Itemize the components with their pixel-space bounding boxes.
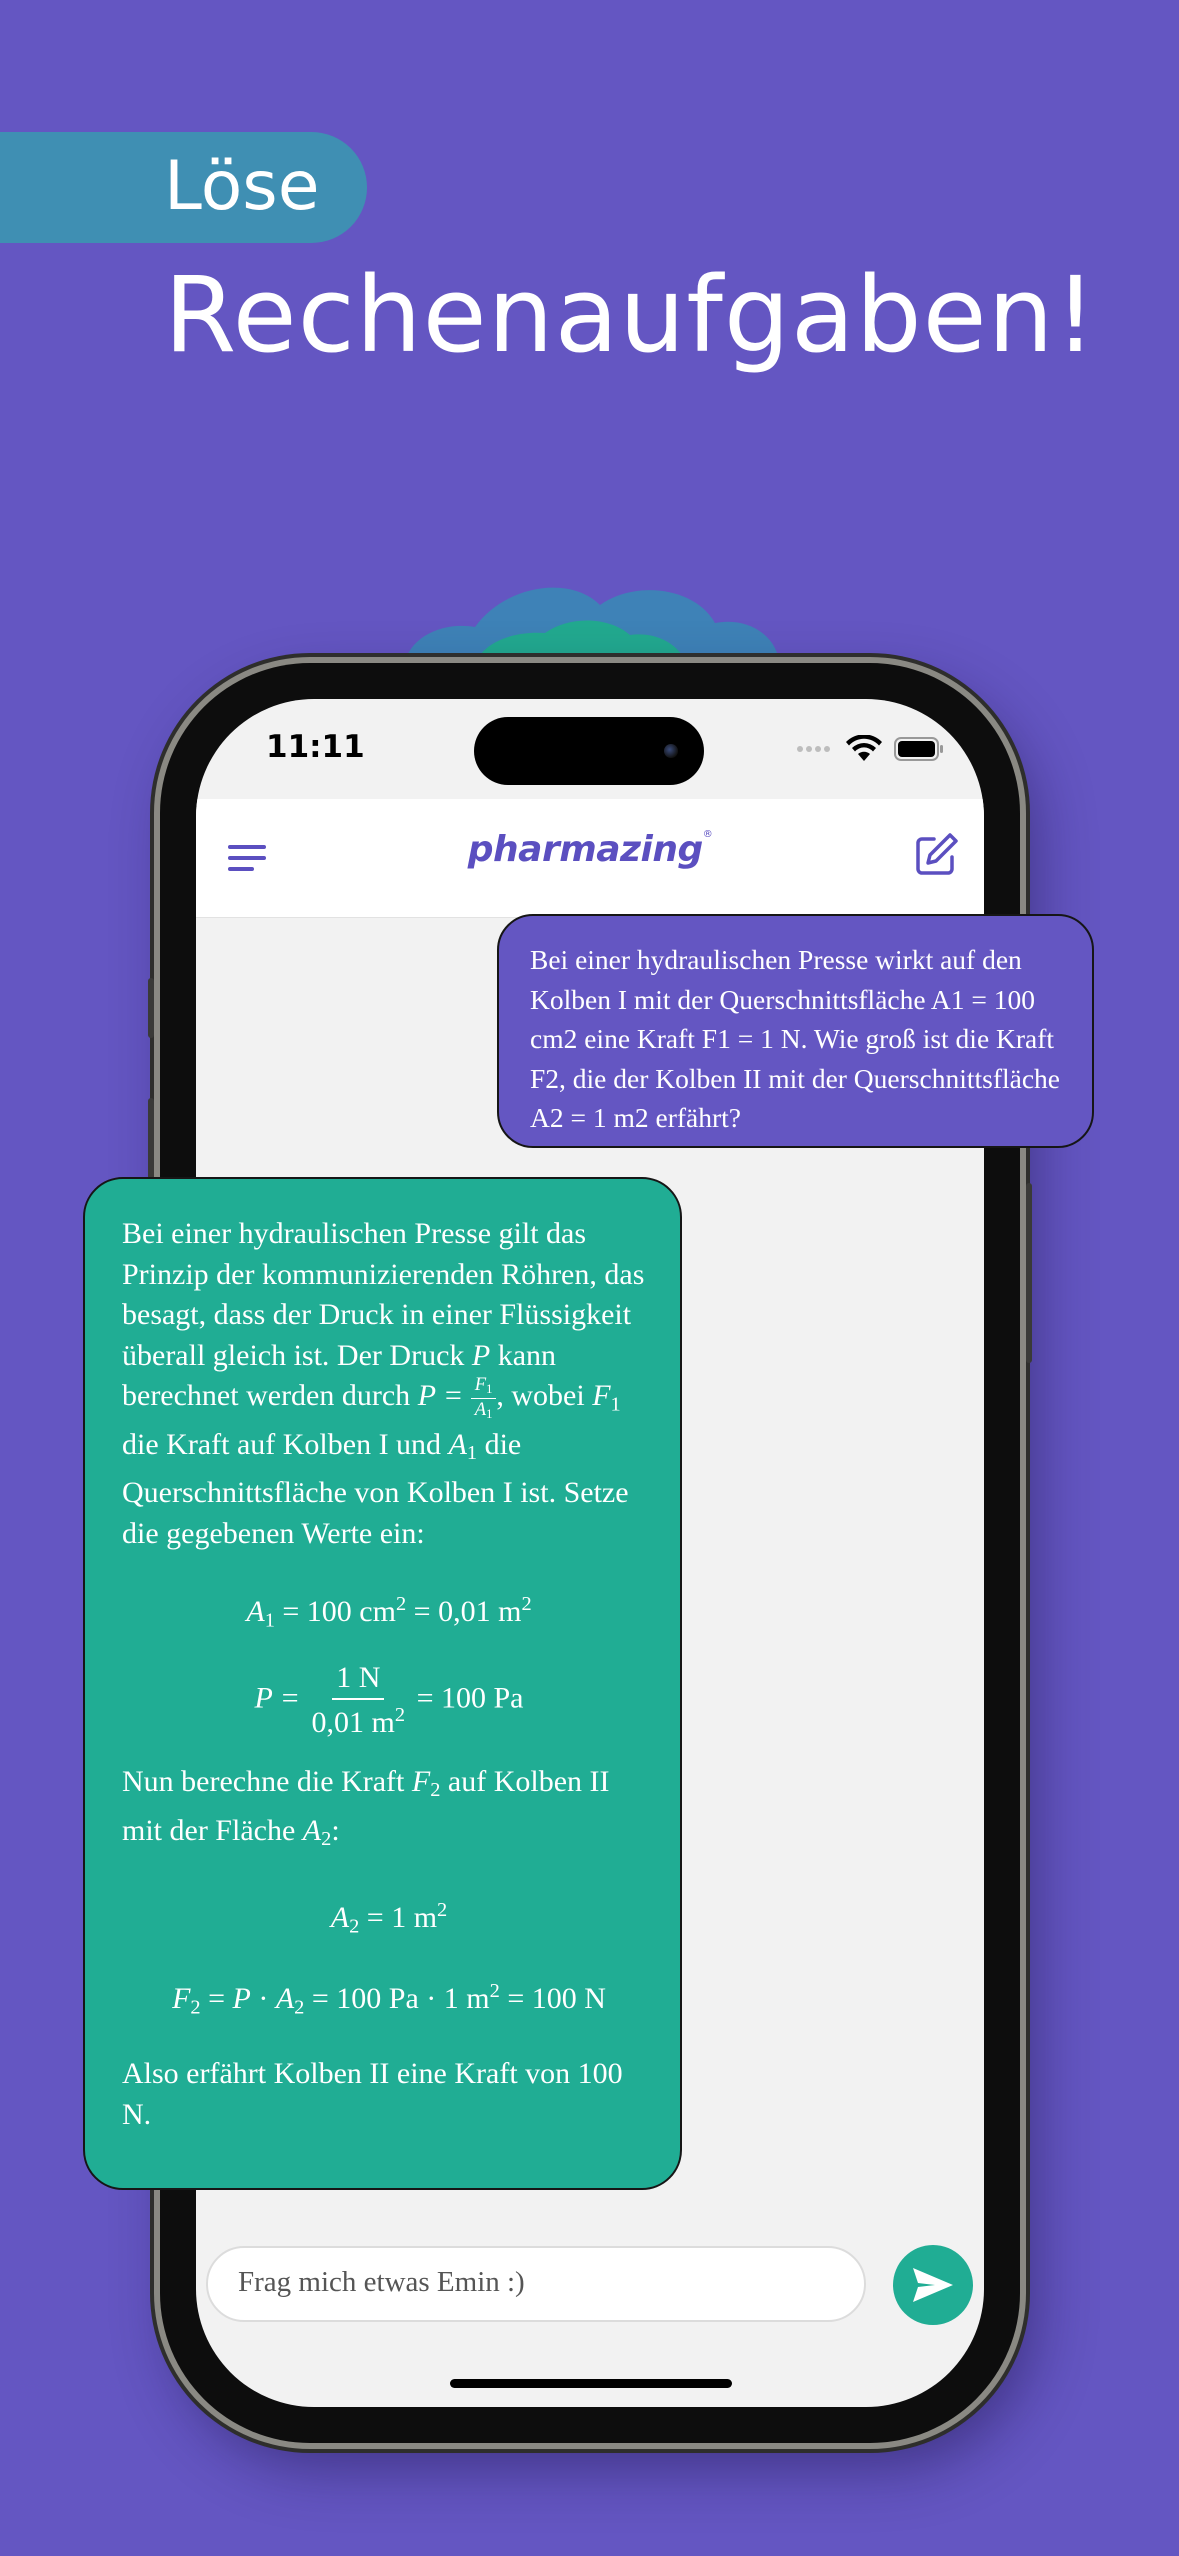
math-var: F [172,1982,191,2016]
frac-denominator: 0,01 m2 [308,1700,410,1738]
equation-a2: A2 = 1 m2 [122,1890,656,1947]
message-input[interactable]: Frag mich etwas Emin :) [206,2246,866,2322]
math-expr: 0,01 m [311,1706,395,1740]
menu-icon[interactable] [228,843,268,873]
math-sup: 2 [489,1980,500,2003]
status-time: 11:11 [266,729,365,765]
math-expr: = 100 N [499,1982,606,2016]
math-fraction: F1 A1 [470,1374,497,1421]
math-var: F [592,1379,611,1413]
status-icons [796,735,944,763]
math-expr: · [250,1982,276,2016]
math-expr: P = [417,1379,464,1413]
phone-power-button [1026,1183,1032,1363]
math-var: A [330,1900,350,1934]
math-var: A [474,1398,487,1420]
bot-middle-paragraph: Nun berechne die Kraft F2 auf Kolben II … [122,1762,656,1859]
math-sup: 2 [437,1898,448,1921]
math-var: A [275,1982,295,2016]
bot-conclusion: Also erfährt Kolben II eine Kraft von 10… [122,2057,623,2131]
wifi-icon [846,735,882,761]
math-sub: 2 [321,1828,332,1851]
bot-text: Bei einer hydraulischen Presse gilt das … [122,1217,645,1372]
frac-numerator: 1 N [332,1663,385,1701]
math-var: A [246,1595,265,1629]
math-fraction: 1 N 0,01 m2 [308,1663,410,1738]
math-expr: = 100 Pa · 1 m [304,1982,490,2016]
math-sub: 1 [264,1609,275,1632]
camera-icon [664,744,678,758]
user-message-text: Bei einer hydraulischen Presse wirkt auf… [530,944,1060,1133]
math-expr: = 100 cm [274,1595,396,1629]
equation-f2: F2 = P · A2 = 100 Pa · 1 m2 = 100 N [122,1971,656,2028]
math-sub: 2 [190,1996,201,2019]
math-sub: 2 [430,1779,441,1802]
cellular-icon [797,746,830,752]
math-expr: P = [254,1681,301,1715]
app-header: pharmazing® [196,799,984,918]
math-sub: 2 [349,1914,360,1937]
registered-mark: ® [702,829,713,840]
math-var: A [448,1427,467,1461]
bot-intro-paragraph: Bei einer hydraulischen Presse gilt das … [122,1214,656,1554]
math-sup: 2 [394,1704,406,1727]
bot-text: : [331,1814,340,1847]
home-indicator [450,2379,732,2388]
equation-a1: A1 = 100 cm2 = 0,01 m2 [122,1584,656,1641]
math-expr: = 100 Pa [409,1681,524,1715]
math-sub: 1 [610,1393,621,1416]
headline-line-2: Rechenaufgaben! [164,254,1098,376]
frac-denominator: A1 [471,1399,497,1421]
compose-icon[interactable] [912,831,960,879]
bot-text: , wobei [496,1379,593,1413]
headline-line-1: Löse [164,147,320,226]
user-message-bubble: Bei einer hydraulischen Presse wirkt auf… [497,914,1094,1148]
frac-numerator: F1 [470,1374,497,1399]
math-expr: = 1 m [359,1900,438,1934]
phone-mute-switch [148,978,154,1038]
send-icon [913,2268,953,2302]
math-sub: 1 [486,1382,493,1397]
math-expr: = [200,1982,233,2016]
brand-name: pharmazing [467,829,703,870]
message-input-placeholder: Frag mich etwas Emin :) [238,2266,525,2298]
math-sup: 2 [521,1593,532,1616]
math-var: F [474,1374,487,1395]
math-sub: 1 [466,1441,478,1464]
dynamic-island [474,717,704,785]
bot-message-bubble: Bei einer hydraulischen Presse gilt das … [83,1177,682,2190]
bot-text: die Kraft auf Kolben I und [122,1427,449,1461]
math-sub: 2 [294,1996,305,2019]
math-sub: 1 [486,1406,493,1421]
math-var: A [302,1814,322,1847]
math-var: F [411,1765,431,1799]
math-var: P [232,1982,251,2016]
send-button[interactable] [893,2245,973,2325]
battery-icon [894,737,943,761]
equation-p: P = 1 N 0,01 m2 = 100 Pa [122,1663,656,1738]
math-expr: = 0,01 m [406,1595,522,1629]
math-var: P [471,1338,491,1372]
math-sup: 2 [395,1593,407,1616]
app-logo: pharmazing® [467,829,713,870]
bot-text: Nun berechne die Kraft [122,1765,412,1799]
